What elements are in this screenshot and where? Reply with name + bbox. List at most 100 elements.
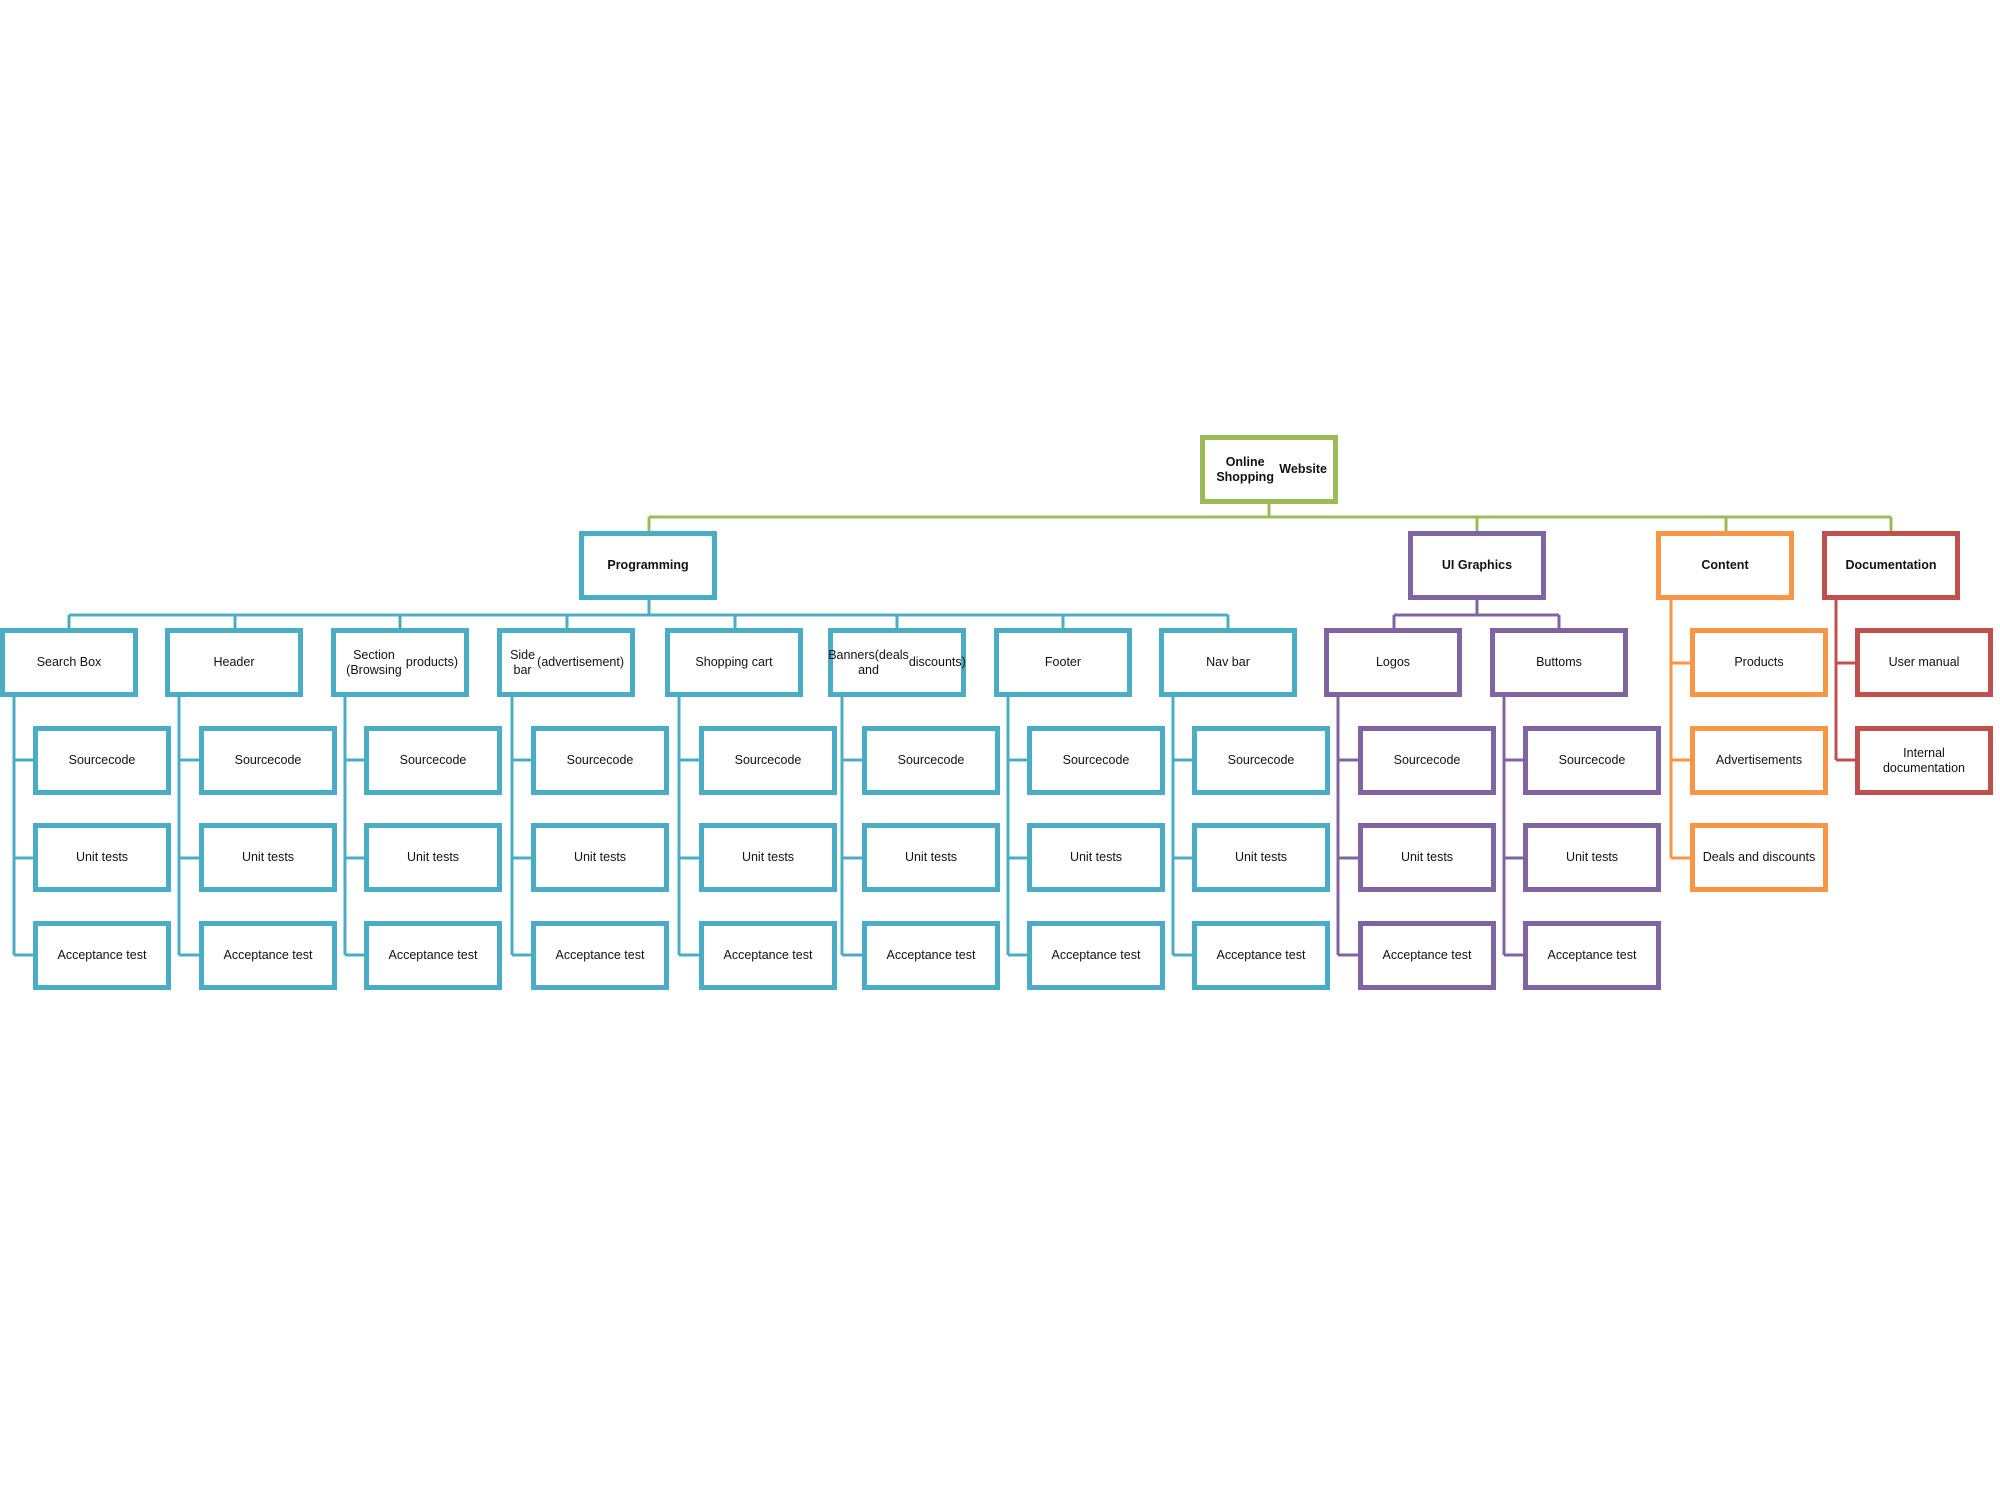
child-node-side-bar-advertisement: Side bar (advertisement) [497,628,635,697]
root-node-online-shopping-website: Online Shopping Website [1200,435,1338,504]
child-node-header-label-line: Header [213,655,255,669]
leaf-node-sourcecode-label-line: Sourcecode [1393,753,1461,767]
leaf-node-acceptance-test: Acceptance test [33,921,171,990]
leaf-node-products: Products [1690,628,1828,697]
leaf-node-acceptance-test-label-line: Acceptance test [1547,948,1637,962]
leaf-node-acceptance-test-label-line: Acceptance test [57,948,147,962]
leaf-node-sourcecode: Sourcecode [1358,726,1496,795]
root-node-online-shopping-website-label-line: Website [1279,462,1327,476]
leaf-node-unit-tests: Unit tests [699,823,837,892]
leaf-node-unit-tests-label-line: Unit tests [1069,850,1123,864]
leaf-node-sourcecode-label-line: Sourcecode [897,753,965,767]
child-node-side-bar-advertisement-label-line: Side bar [510,647,536,677]
leaf-node-unit-tests-label-line: Unit tests [1565,850,1619,864]
leaf-node-products-label-line: Products [1734,655,1784,669]
leaf-node-acceptance-test-label-line: Acceptance test [1216,948,1306,962]
leaf-node-unit-tests: Unit tests [1358,823,1496,892]
branch-node-ui-graphics-label-line: UI Graphics [1441,558,1513,572]
branch-node-documentation-label-line: Documentation [1845,558,1937,572]
leaf-node-unit-tests: Unit tests [1523,823,1661,892]
leaf-node-unit-tests: Unit tests [862,823,1000,892]
leaf-node-sourcecode-label-line: Sourcecode [68,753,136,767]
leaf-node-sourcecode: Sourcecode [1523,726,1661,795]
child-node-search-box-label-line: Search Box [36,655,102,669]
branch-node-content: Content [1656,531,1794,600]
leaf-node-sourcecode-label-line: Sourcecode [234,753,302,767]
child-node-logos: Logos [1324,628,1462,697]
leaf-node-acceptance-test-label-line: Acceptance test [223,948,313,962]
leaf-node-acceptance-test-label-line: Acceptance test [886,948,976,962]
leaf-node-acceptance-test: Acceptance test [531,921,669,990]
child-node-search-box: Search Box [0,628,138,697]
child-node-buttoms-label-line: Buttoms [1536,655,1582,669]
leaf-node-acceptance-test: Acceptance test [699,921,837,990]
branch-node-documentation: Documentation [1822,531,1960,600]
child-node-footer-label-line: Footer [1044,655,1082,669]
leaf-node-unit-tests-label-line: Unit tests [241,850,295,864]
leaf-node-unit-tests-label-line: Unit tests [75,850,129,864]
leaf-node-unit-tests-label-line: Unit tests [406,850,460,864]
leaf-node-sourcecode: Sourcecode [33,726,171,795]
leaf-node-acceptance-test: Acceptance test [1192,921,1330,990]
leaf-node-acceptance-test: Acceptance test [1027,921,1165,990]
leaf-node-sourcecode: Sourcecode [1192,726,1330,795]
leaf-node-acceptance-test-label-line: Acceptance test [555,948,645,962]
child-node-header: Header [165,628,303,697]
leaf-node-acceptance-test: Acceptance test [364,921,502,990]
child-node-nav-bar-label-line: Nav bar [1206,655,1250,669]
leaf-node-sourcecode: Sourcecode [1027,726,1165,795]
leaf-node-sourcecode: Sourcecode [531,726,669,795]
leaf-node-sourcecode-label-line: Sourcecode [1558,753,1626,767]
child-node-side-bar-advertisement-label-line: (advertisement) [537,655,624,669]
leaf-node-user-manual-label-line: User manual [1888,655,1960,669]
leaf-node-unit-tests-label-line: Unit tests [904,850,958,864]
leaf-node-unit-tests: Unit tests [531,823,669,892]
leaf-node-acceptance-test: Acceptance test [199,921,337,990]
leaf-node-deals-and-discounts-label-line: Deals and discounts [1702,850,1816,864]
child-node-banners-deals-and-discounts-label-line: Banners(deals and [828,647,909,677]
child-node-banners-deals-and-discounts-label-line: discounts) [908,655,966,669]
leaf-node-acceptance-test-label-line: Acceptance test [388,948,478,962]
leaf-node-internal-documentation-label-line: Internal documentation [1882,745,1965,775]
leaf-node-unit-tests: Unit tests [33,823,171,892]
leaf-node-unit-tests-label-line: Unit tests [1400,850,1454,864]
leaf-node-sourcecode-label-line: Sourcecode [566,753,634,767]
leaf-node-unit-tests: Unit tests [364,823,502,892]
leaf-node-user-manual: User manual [1855,628,1993,697]
leaf-node-unit-tests-label-line: Unit tests [573,850,627,864]
leaf-node-sourcecode-label-line: Sourcecode [734,753,802,767]
leaf-node-unit-tests-label-line: Unit tests [741,850,795,864]
leaf-node-advertisements-label-line: Advertisements [1715,753,1803,767]
leaf-node-acceptance-test-label-line: Acceptance test [1051,948,1141,962]
child-node-footer: Footer [994,628,1132,697]
leaf-node-sourcecode: Sourcecode [862,726,1000,795]
leaf-node-unit-tests-label-line: Unit tests [1234,850,1288,864]
leaf-node-unit-tests: Unit tests [1192,823,1330,892]
leaf-node-acceptance-test-label-line: Acceptance test [1382,948,1472,962]
leaf-node-sourcecode-label-line: Sourcecode [1227,753,1295,767]
child-node-nav-bar: Nav bar [1159,628,1297,697]
child-node-logos-label-line: Logos [1375,655,1411,669]
leaf-node-acceptance-test-label-line: Acceptance test [723,948,813,962]
leaf-node-internal-documentation: Internal documentation [1855,726,1993,795]
branch-node-ui-graphics: UI Graphics [1408,531,1546,600]
branch-node-content-label-line: Content [1701,558,1749,572]
leaf-node-sourcecode: Sourcecode [699,726,837,795]
leaf-node-advertisements: Advertisements [1690,726,1828,795]
branch-node-programming: Programming [579,531,717,600]
child-node-banners-deals-and-discounts: Banners(deals and discounts) [828,628,966,697]
child-node-section-browsing-products: Section (Browsing products) [331,628,469,697]
child-node-section-browsing-products-label-line: Section (Browsing [346,647,402,677]
root-node-online-shopping-website-label-line: Online Shopping [1216,454,1274,484]
child-node-shopping-cart-label-line: Shopping cart [695,655,773,669]
leaf-node-sourcecode-label-line: Sourcecode [1062,753,1130,767]
child-node-shopping-cart: Shopping cart [665,628,803,697]
leaf-node-unit-tests: Unit tests [1027,823,1165,892]
child-node-section-browsing-products-label-line: products) [405,655,458,669]
child-node-buttoms: Buttoms [1490,628,1628,697]
leaf-node-sourcecode: Sourcecode [364,726,502,795]
leaf-node-sourcecode: Sourcecode [199,726,337,795]
leaf-node-deals-and-discounts: Deals and discounts [1690,823,1828,892]
leaf-node-acceptance-test: Acceptance test [862,921,1000,990]
leaf-node-acceptance-test: Acceptance test [1358,921,1496,990]
